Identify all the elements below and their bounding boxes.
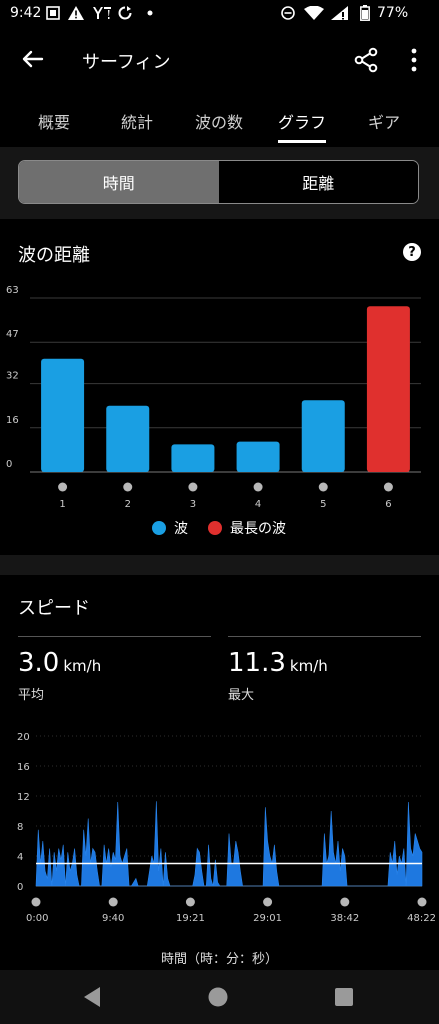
bar-y-tick: 47	[6, 329, 19, 340]
signal-icon	[331, 6, 348, 20]
bar-x-marker	[253, 482, 263, 492]
bar-2	[106, 405, 150, 472]
system-nav-bar	[0, 970, 439, 1024]
speed-chart: 20 16 12 8 4 0 0:00 9:40 19:21 29:01 38:42 48:22	[17, 732, 436, 924]
speed-y-tick: 4	[17, 852, 23, 863]
bar-x-tick: 2	[125, 499, 131, 510]
speed-x-marker	[31, 897, 41, 907]
bar-x-tick: 3	[190, 499, 196, 510]
speed-area-series	[35, 801, 423, 887]
speed-y-tick: 20	[17, 732, 30, 743]
bar-x-tick: 4	[255, 499, 261, 510]
status-time: 9:42	[10, 5, 42, 21]
wave-distance-chart: 63 47 32 16 0 1 2 3 4 5 6	[6, 285, 421, 510]
speed-x-marker	[340, 897, 350, 907]
page-title: サーフィン	[82, 52, 171, 73]
warning-icon	[68, 6, 84, 20]
bar-5	[301, 400, 345, 472]
tab-stats[interactable]: 統計	[121, 109, 153, 133]
battery-icon	[360, 5, 370, 21]
status-bar: 9:42 77%	[0, 0, 439, 28]
legend-longest: 最長の波	[208, 518, 286, 538]
toggle-distance-button[interactable]: 距離	[218, 161, 418, 203]
speed-x-axis-title: 時間（時：分：秒）	[160, 952, 278, 967]
bar-x-marker	[383, 482, 393, 492]
speed-x-marker	[185, 897, 195, 907]
bar-x-tick: 6	[385, 499, 391, 510]
sync-icon	[118, 6, 132, 20]
nav-back-icon[interactable]	[82, 986, 102, 1008]
speed-x-marker	[108, 897, 118, 907]
bar-y-tick: 63	[6, 285, 19, 296]
dnd-icon	[281, 6, 295, 20]
bar-1	[41, 358, 85, 472]
wave-distance-card: 波の距離 ? 63 47 32 16 0 1 2 3 4 5 6 波 最長の波	[0, 220, 439, 555]
speed-x-tick: 9:40	[102, 913, 124, 924]
speed-y-tick: 8	[17, 822, 23, 833]
speed-x-tick: 19:21	[176, 913, 205, 924]
more-vert-icon[interactable]	[402, 46, 426, 74]
speed-y-tick: 0	[17, 882, 23, 893]
toggle-time-button[interactable]: 時間	[19, 161, 219, 203]
bar-6	[366, 306, 410, 472]
speed-y-tick: 16	[17, 762, 30, 773]
tab-bar: 概要 統計 波の数 グラフ ギア	[0, 95, 439, 145]
legend-wave-label: 波	[174, 521, 188, 537]
nav-recents-icon[interactable]	[335, 988, 353, 1006]
back-arrow-icon[interactable]	[18, 44, 48, 74]
speed-x-tick: 29:01	[253, 913, 282, 924]
wifi-icon	[304, 6, 324, 20]
bar-x-marker	[318, 482, 328, 492]
nav-home-icon[interactable]	[208, 987, 228, 1007]
section-divider	[0, 555, 439, 575]
toggle-section: 時間 距離	[0, 147, 439, 219]
speed-x-tick: 38:42	[330, 913, 359, 924]
bar-3	[171, 444, 215, 472]
tab-gear[interactable]: ギア	[368, 109, 400, 133]
tab-overview[interactable]: 概要	[38, 109, 70, 133]
speed-x-tick: 48:22	[407, 913, 436, 924]
speed-y-tick: 12	[17, 792, 30, 803]
bar-x-marker	[188, 482, 198, 492]
bar-y-tick: 16	[6, 415, 19, 426]
battery-percent: 77%	[377, 5, 409, 21]
speed-card: スピード 3.0 km/h 平均 11.3 km/h 最大 20 16 12 8 4 0 0:0…	[0, 575, 439, 970]
bar-4	[236, 441, 280, 472]
legend-wave: 波	[152, 518, 188, 538]
bar-x-marker	[123, 482, 133, 492]
legend-longest-label: 最長の波	[230, 521, 286, 537]
bar-x-tick: 5	[320, 499, 326, 510]
tab-graph[interactable]: グラフ	[278, 109, 326, 133]
speed-x-marker	[263, 897, 273, 907]
tab-wave-count[interactable]: 波の数	[195, 109, 243, 133]
bar-x-marker	[58, 482, 68, 492]
bar-y-tick: 0	[6, 459, 12, 470]
bar-y-tick: 32	[6, 371, 19, 382]
bar-x-tick: 1	[59, 499, 65, 510]
dot-icon	[147, 10, 153, 16]
time-distance-toggle: 時間 距離	[18, 160, 419, 204]
legend-wave-dot	[152, 521, 166, 535]
app-bar: サーフィン	[0, 28, 439, 92]
speed-x-marker	[417, 897, 427, 907]
tab-active-indicator	[278, 140, 326, 143]
share-icon[interactable]	[352, 46, 380, 74]
legend-longest-dot	[208, 521, 222, 535]
notification-icon	[46, 6, 60, 20]
yahoo-icon	[93, 7, 111, 19]
speed-x-tick: 0:00	[26, 913, 48, 924]
